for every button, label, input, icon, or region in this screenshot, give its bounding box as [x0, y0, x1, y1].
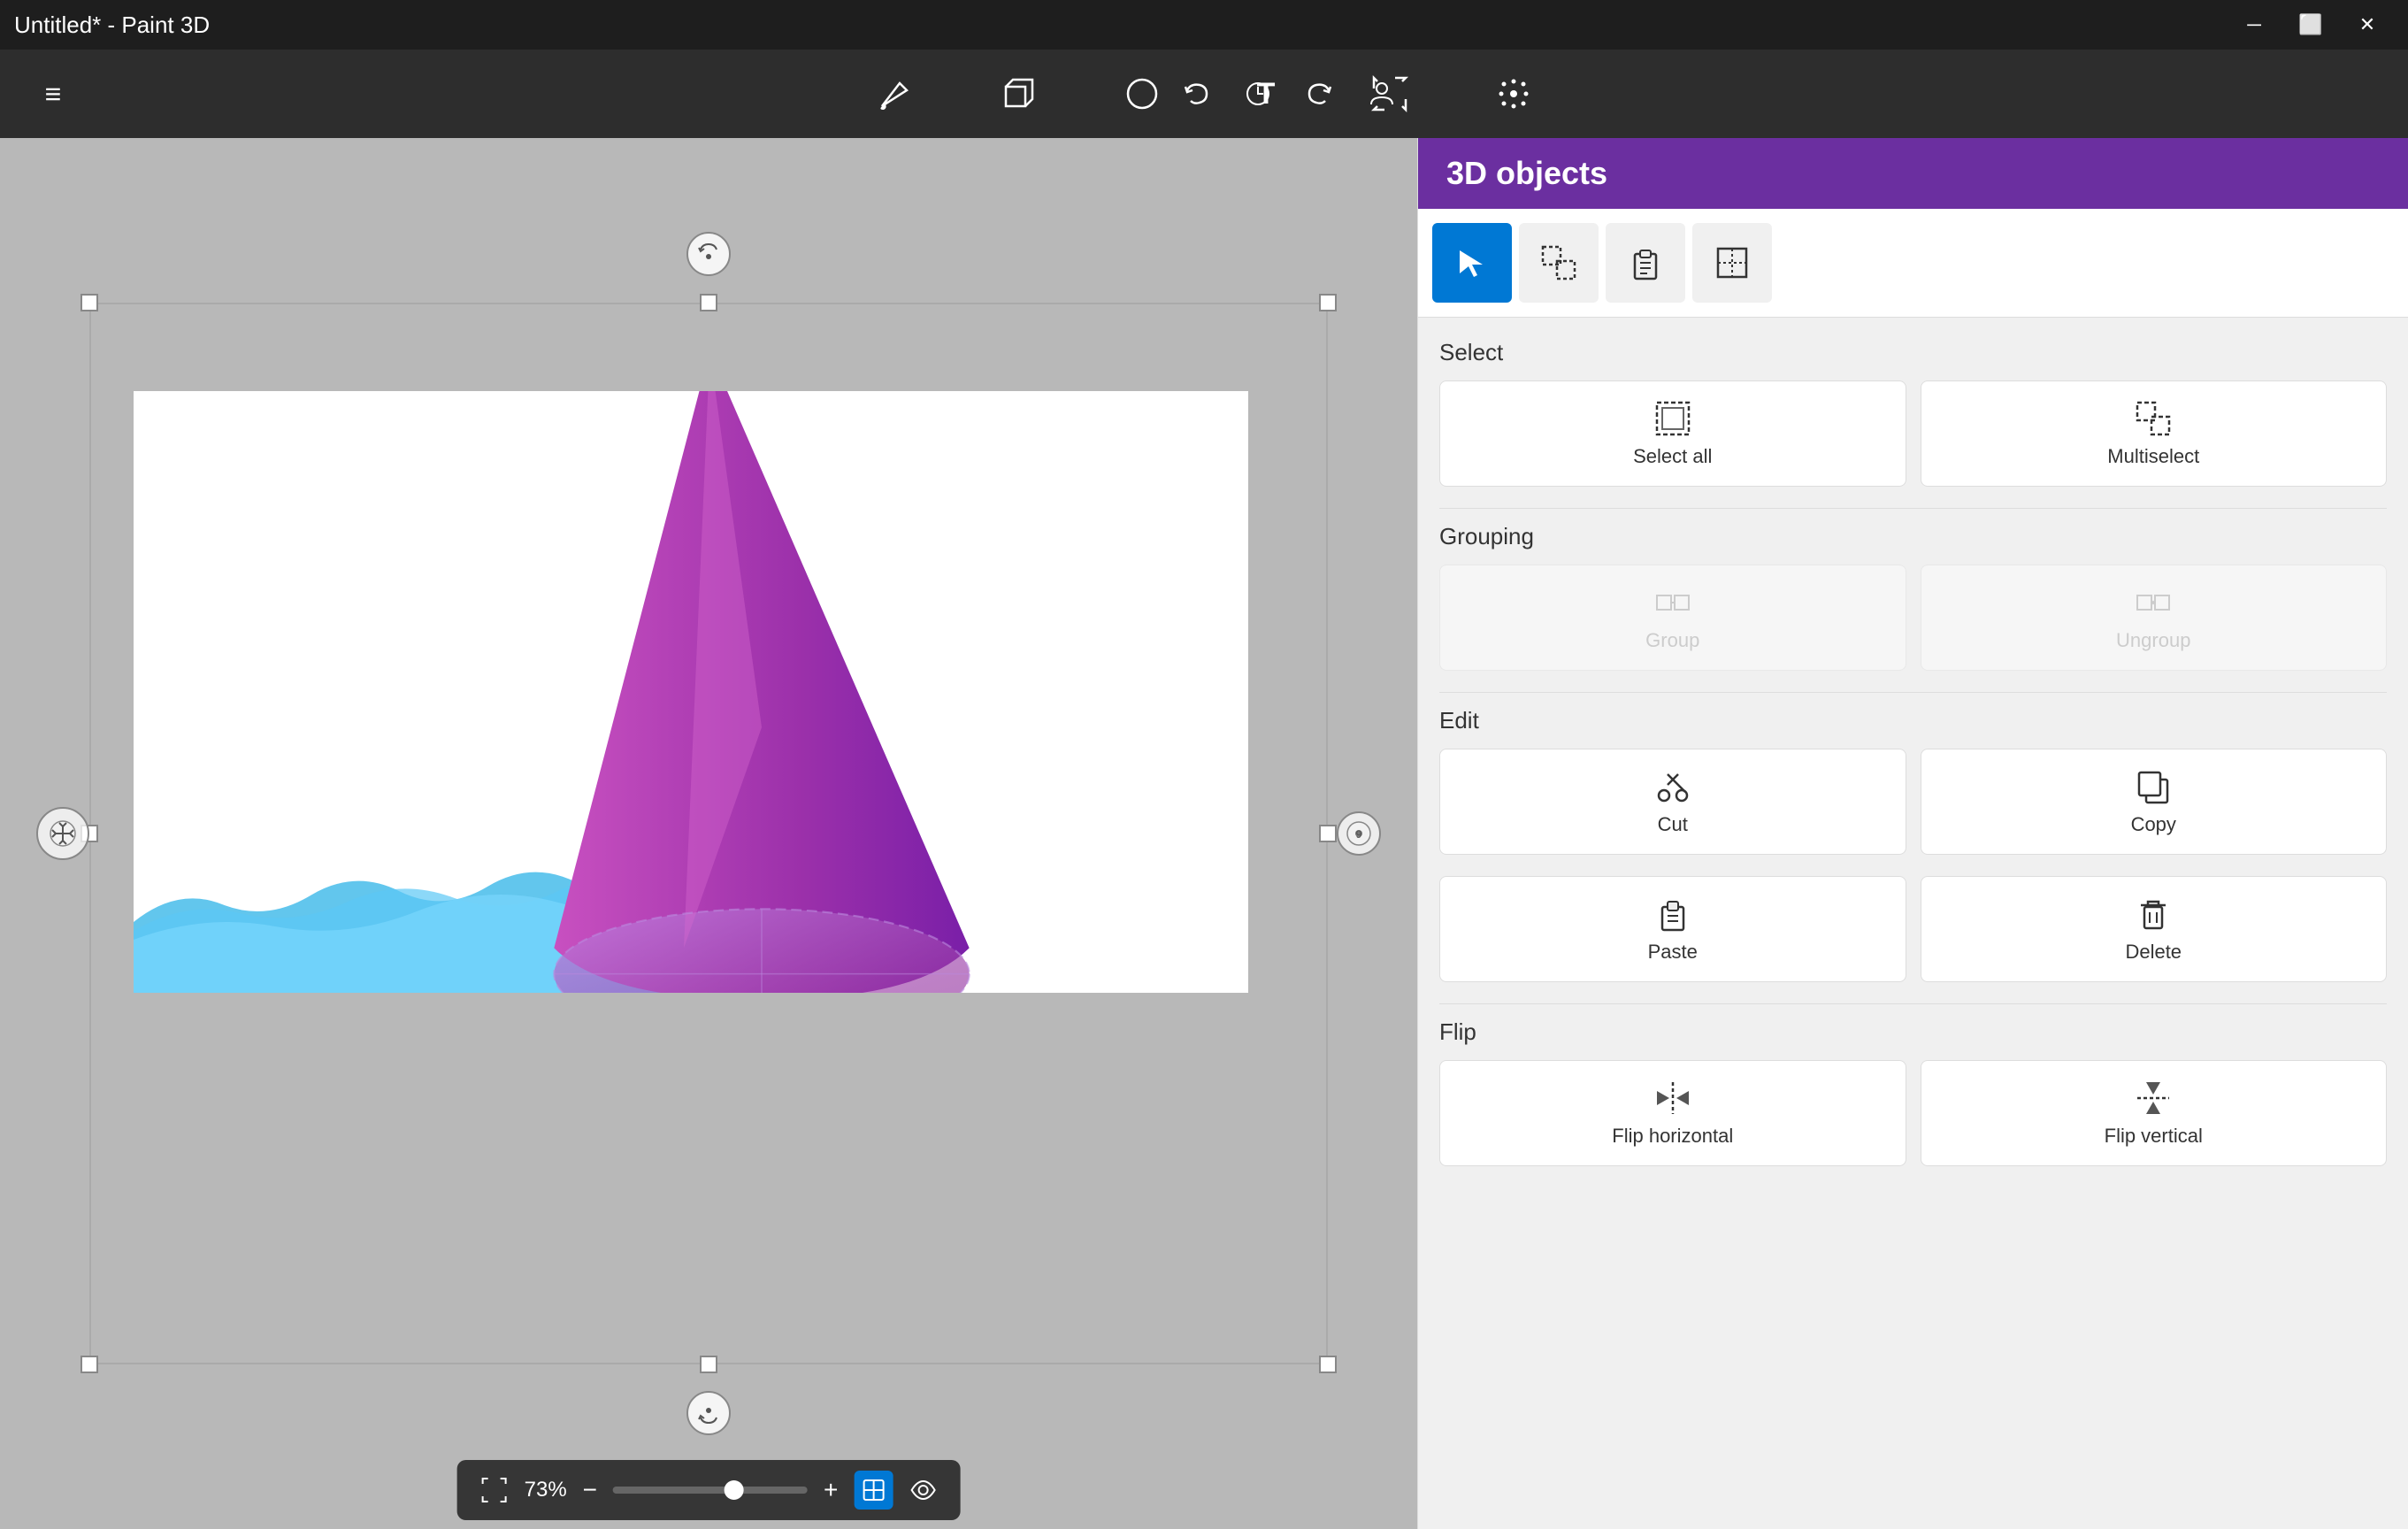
group-button[interactable]: Group	[1439, 565, 1906, 671]
handle-top-left[interactable]	[81, 294, 98, 311]
people-button[interactable]	[1355, 67, 1408, 120]
panel-toolbar	[1418, 209, 2408, 318]
handle-bottom-left[interactable]	[81, 1356, 98, 1373]
flip-horizontal-button[interactable]: Flip horizontal	[1439, 1060, 1906, 1166]
paste-label: Paste	[1648, 941, 1698, 964]
grouping-btn-row: Group Ungroup	[1439, 565, 2387, 671]
ungroup-button[interactable]: Ungroup	[1921, 565, 2388, 671]
undo-button[interactable]	[1169, 67, 1223, 120]
selection-container: 9	[89, 303, 1328, 1364]
rotate-handle-top[interactable]	[686, 232, 731, 276]
divider-3	[1439, 1003, 2387, 1004]
titlebar-controls: ─ ⬜ ✕	[2228, 7, 2394, 42]
copy-label: Copy	[2131, 813, 2176, 836]
history-button[interactable]	[1231, 67, 1285, 120]
maximize-button[interactable]: ⬜	[2284, 7, 2337, 42]
3d-rotate-handle[interactable]: 9	[1337, 811, 1381, 856]
eye-button[interactable]	[903, 1471, 942, 1510]
handle-middle-right[interactable]	[1319, 825, 1337, 842]
panel-title: 3D objects	[1446, 155, 1607, 192]
copy-button[interactable]: Copy	[1921, 749, 2388, 855]
flip-btn-row: Flip horizontal Flip vertical	[1439, 1060, 2387, 1166]
select-btn-row: Select all Multiselect	[1439, 380, 2387, 487]
cut-label: Cut	[1658, 813, 1688, 836]
cut-icon	[1653, 767, 1692, 806]
titlebar-left: Untitled* - Paint 3D	[14, 12, 210, 39]
handle-bottom-center[interactable]	[700, 1356, 717, 1373]
grouping-label: Grouping	[1439, 523, 2387, 550]
titlebar: Untitled* - Paint 3D ─ ⬜ ✕	[0, 0, 2408, 50]
canvas-content	[134, 391, 1248, 993]
edit-label: Edit	[1439, 707, 2387, 734]
cut-button[interactable]: Cut	[1439, 749, 1906, 855]
multiselect-tool-button[interactable]	[1519, 223, 1599, 303]
zoom-thumb	[724, 1480, 743, 1500]
select-all-icon	[1653, 399, 1692, 438]
grouping-section: Grouping Group	[1439, 523, 2387, 671]
redo-button[interactable]	[1293, 67, 1346, 120]
select-section: Select Select all Mult	[1439, 339, 2387, 487]
main-area: ?	[0, 138, 2408, 1529]
paste-button[interactable]: Paste	[1439, 876, 1906, 982]
delete-button[interactable]: Delete	[1921, 876, 2388, 982]
main-toolbar: ≡ T	[0, 50, 2408, 138]
rotate-handle-bottom[interactable]	[686, 1391, 731, 1435]
app-title: Untitled* - Paint 3D	[14, 12, 210, 39]
zoom-in-button[interactable]: +	[818, 1476, 843, 1504]
divider-1	[1439, 508, 2387, 509]
flip-horizontal-label: Flip horizontal	[1612, 1125, 1733, 1148]
transform-tool-button[interactable]	[1692, 223, 1772, 303]
handle-top-right[interactable]	[1319, 294, 1337, 311]
zoom-slider[interactable]	[613, 1487, 808, 1494]
select-all-label: Select all	[1633, 445, 1712, 468]
svg-text:9: 9	[1356, 828, 1362, 841]
edit-section: Edit Cut	[1439, 707, 2387, 982]
select-tool-button[interactable]	[1432, 223, 1512, 303]
3d-move-handle[interactable]	[36, 807, 89, 860]
delete-icon	[2134, 895, 2173, 934]
copy-icon	[2134, 767, 2173, 806]
brushes-tool-button[interactable]	[859, 58, 930, 129]
flip-section: Flip Flip horizontal	[1439, 1018, 2387, 1166]
paste-icon	[1653, 895, 1692, 934]
effects-tool-button[interactable]	[1478, 58, 1549, 129]
handle-top-center[interactable]	[700, 294, 717, 311]
3d-cone	[470, 391, 1054, 993]
group-label: Group	[1645, 629, 1699, 652]
select-all-button[interactable]: Select all	[1439, 380, 1906, 487]
right-panel: 3D objects	[1417, 138, 2408, 1529]
edit-btn-row-2: Paste Delete	[1439, 876, 2387, 982]
flip-horizontal-icon	[1653, 1079, 1692, 1118]
close-button[interactable]: ✕	[2341, 7, 2394, 42]
zoom-percent: 73%	[525, 1478, 567, 1502]
flip-vertical-icon	[2134, 1079, 2173, 1118]
select-label: Select	[1439, 339, 2387, 366]
multiselect-label: Multiselect	[2107, 445, 2199, 468]
paste-special-tool-button[interactable]	[1606, 223, 1685, 303]
multiselect-button[interactable]: Multiselect	[1921, 380, 2388, 487]
flip-vertical-label: Flip vertical	[2105, 1125, 2203, 1148]
canvas-area: 9 73% −	[0, 138, 1417, 1529]
ungroup-icon	[2134, 583, 2173, 622]
ungroup-label: Ungroup	[2116, 629, 2190, 652]
fit-canvas-button[interactable]	[475, 1471, 514, 1510]
2d-shapes-tool-button[interactable]	[1107, 58, 1177, 129]
group-icon	[1653, 583, 1692, 622]
flip-label: Flip	[1439, 1018, 2387, 1046]
edit-btn-row-1: Cut Copy	[1439, 749, 2387, 855]
flip-vertical-button[interactable]: Flip vertical	[1921, 1060, 2388, 1166]
3d-shapes-tool-button[interactable]	[983, 58, 1054, 129]
handle-bottom-right[interactable]	[1319, 1356, 1337, 1373]
delete-label: Delete	[2125, 941, 2182, 964]
zoom-out-button[interactable]: −	[578, 1476, 602, 1504]
hamburger-menu-button[interactable]: ≡	[18, 58, 88, 129]
panel-header: 3D objects	[1418, 138, 2408, 209]
view-mode-button[interactable]	[854, 1471, 893, 1510]
panel-content: Select Select all Mult	[1418, 318, 2408, 1529]
divider-2	[1439, 692, 2387, 693]
minimize-button[interactable]: ─	[2228, 7, 2281, 42]
multiselect-icon	[2134, 399, 2173, 438]
